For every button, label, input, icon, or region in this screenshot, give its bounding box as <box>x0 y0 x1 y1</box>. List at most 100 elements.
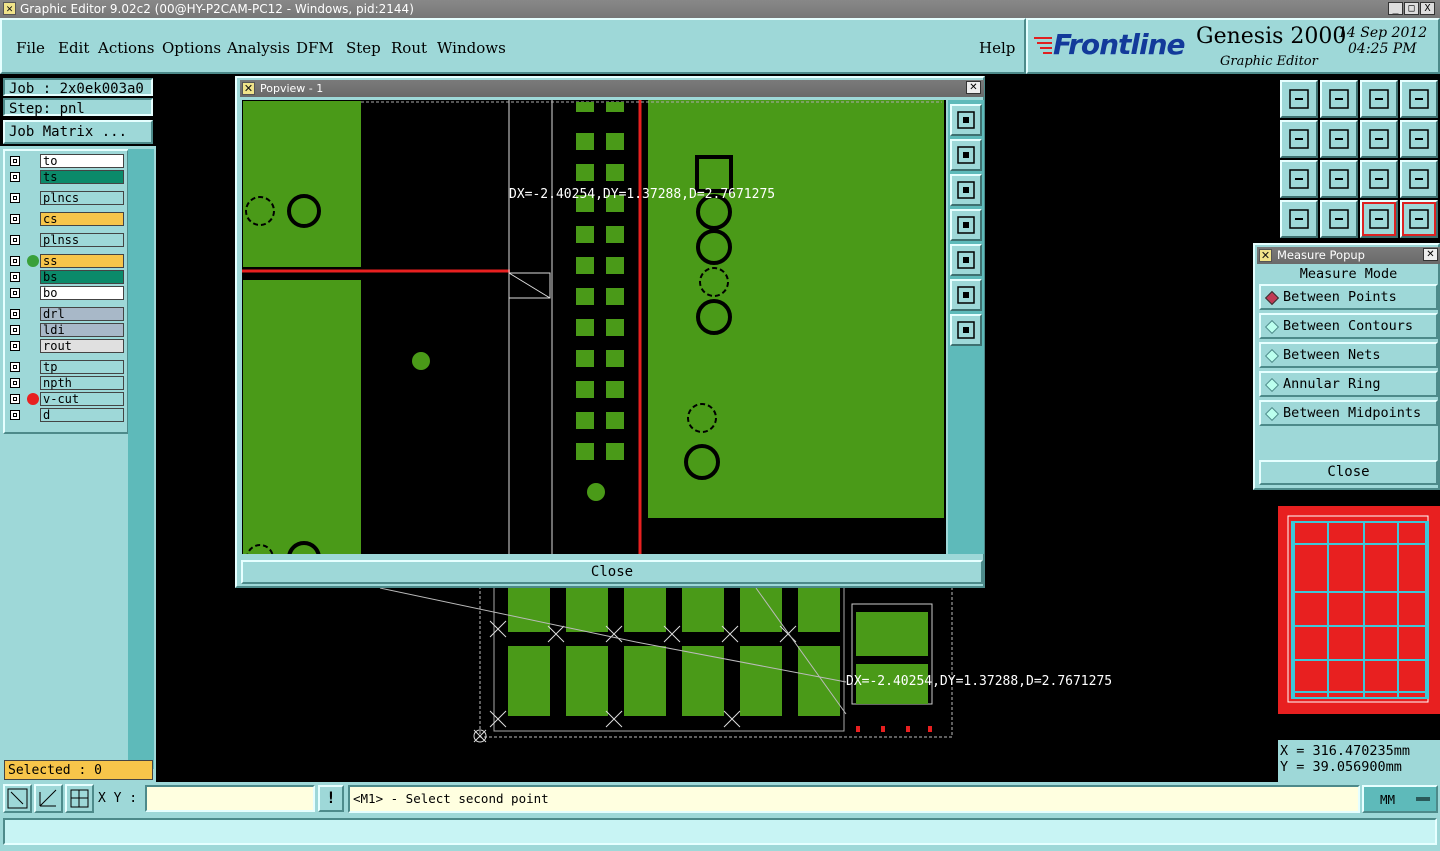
layer-name[interactable]: cs <box>40 212 124 226</box>
layer-display-icon[interactable] <box>1360 200 1398 238</box>
rotate-icon[interactable] <box>1360 120 1398 158</box>
pv-zoom-in-icon[interactable] <box>950 104 982 136</box>
measure-option[interactable]: Between Points <box>1259 284 1438 310</box>
menu-dfm[interactable]: DFM <box>296 39 334 57</box>
layer-row-bo[interactable]: bo <box>8 286 124 300</box>
layer-name[interactable]: drl <box>40 307 124 321</box>
measure-close-icon[interactable]: ✕ <box>1423 248 1438 261</box>
menu-windows[interactable]: Windows <box>437 39 506 57</box>
layer-checkbox[interactable] <box>10 172 20 182</box>
layer-row-to[interactable]: to <box>8 154 124 168</box>
zoom-area-icon[interactable] <box>3 784 32 813</box>
menu-analysis[interactable]: Analysis <box>227 39 290 57</box>
pan-right-icon[interactable] <box>1320 120 1358 158</box>
split-view-icon[interactable] <box>1400 80 1438 118</box>
layer-checkbox[interactable] <box>10 410 20 420</box>
menu-options[interactable]: Options <box>162 39 221 57</box>
layer-name[interactable]: npth <box>40 376 124 390</box>
layer-name[interactable]: ts <box>40 170 124 184</box>
layer-checkbox[interactable] <box>10 362 20 372</box>
overview-map[interactable] <box>1278 506 1440 714</box>
layer-row-tp[interactable]: tp <box>8 360 124 374</box>
job-matrix-button[interactable]: Job Matrix ... <box>3 120 153 144</box>
layer-scrollbar[interactable] <box>128 149 154 769</box>
layer-name[interactable]: ss <box>40 254 124 268</box>
pv-right-icon[interactable] <box>950 244 982 276</box>
layer-name[interactable]: plnss <box>40 233 124 247</box>
pv-center-icon[interactable] <box>950 314 982 346</box>
layer-checkbox[interactable] <box>10 193 20 203</box>
layer-name[interactable]: tp <box>40 360 124 374</box>
pv-fit-icon[interactable] <box>950 279 982 311</box>
snap-grid-icon[interactable] <box>65 784 94 813</box>
layer-checkbox[interactable] <box>10 309 20 319</box>
layer-compare-icon[interactable] <box>1400 200 1438 238</box>
layer-row-drl[interactable]: drl <box>8 307 124 321</box>
layer-row-cs[interactable]: cs <box>8 212 124 226</box>
measure-option[interactable]: Between Midpoints <box>1259 400 1438 426</box>
layer-row-plnss[interactable]: plnss <box>8 233 124 247</box>
menu-file[interactable]: File <box>16 39 45 57</box>
layer-row-ts[interactable]: ts <box>8 170 124 184</box>
layer-checkbox[interactable] <box>10 325 20 335</box>
mirror-icon[interactable] <box>1400 120 1438 158</box>
layer-name[interactable]: plncs <box>40 191 124 205</box>
measure-option[interactable]: Annular Ring <box>1259 371 1438 397</box>
popview-close-button[interactable]: Close <box>241 560 983 584</box>
help-icon[interactable] <box>1400 160 1438 198</box>
units-select[interactable]: MM <box>1362 785 1438 813</box>
layer-name[interactable]: ldi <box>40 323 124 337</box>
measure-close-button[interactable]: Close <box>1259 460 1438 485</box>
layer-checkbox[interactable] <box>10 214 20 224</box>
layer-row-d[interactable]: d <box>8 408 124 422</box>
layer-checkbox[interactable] <box>10 235 20 245</box>
tools-icon[interactable] <box>1280 200 1318 238</box>
home-icon[interactable] <box>1360 80 1398 118</box>
layer-name[interactable]: to <box>40 154 124 168</box>
pan-down-icon[interactable] <box>1320 80 1358 118</box>
layer-name[interactable]: rout <box>40 339 124 353</box>
fit-screen-icon[interactable] <box>1280 160 1318 198</box>
layer-row-rout[interactable]: rout <box>8 339 124 353</box>
layer-row-ldi[interactable]: ldi <box>8 323 124 337</box>
layer-checkbox[interactable] <box>10 394 20 404</box>
menu-edit[interactable]: Edit <box>58 39 89 57</box>
layer-row-ss[interactable]: ss <box>8 254 124 268</box>
layer-name[interactable]: bs <box>40 270 124 284</box>
maximize-button[interactable]: □ <box>1404 2 1419 15</box>
layer-row-v-cut[interactable]: v-cut <box>8 392 124 406</box>
grid-icon[interactable] <box>1320 200 1358 238</box>
popview-canvas[interactable]: DX=-2.40254,DY=1.37288,D=2.7671275 <box>242 100 946 554</box>
layer-checkbox[interactable] <box>10 156 20 166</box>
layer-checkbox[interactable] <box>10 341 20 351</box>
pan-left-icon[interactable] <box>1280 120 1318 158</box>
measure-option[interactable]: Between Contours <box>1259 313 1438 339</box>
layer-name[interactable]: d <box>40 408 124 422</box>
minimize-button[interactable]: _ <box>1388 2 1403 15</box>
layer-row-npth[interactable]: npth <box>8 376 124 390</box>
menu-actions[interactable]: Actions <box>98 39 154 57</box>
pv-down-icon[interactable] <box>950 174 982 206</box>
measure-tool-icon[interactable] <box>34 784 63 813</box>
layer-checkbox[interactable] <box>10 288 20 298</box>
layer-row-plncs[interactable]: plncs <box>8 191 124 205</box>
zoom-center-icon[interactable] <box>1320 160 1358 198</box>
layer-checkbox[interactable] <box>10 378 20 388</box>
layer-name[interactable]: v-cut <box>40 392 124 406</box>
menu-rout[interactable]: Rout <box>391 39 427 57</box>
close-window-button[interactable]: X <box>1420 2 1435 15</box>
measure-option[interactable]: Between Nets <box>1259 342 1438 368</box>
pan-up-icon[interactable] <box>1280 80 1318 118</box>
layer-checkbox[interactable] <box>10 272 20 282</box>
layer-checkbox[interactable] <box>10 256 20 266</box>
pv-up-icon[interactable] <box>950 139 982 171</box>
layer-name[interactable]: bo <box>40 286 124 300</box>
layer-row-bs[interactable]: bs <box>8 270 124 284</box>
xy-input[interactable] <box>145 785 315 812</box>
ratio-icon[interactable] <box>1360 160 1398 198</box>
menu-help[interactable]: Help <box>979 39 1015 57</box>
alert-button[interactable]: ! <box>318 785 344 812</box>
pv-left-icon[interactable] <box>950 209 982 241</box>
menu-step[interactable]: Step <box>346 39 381 57</box>
popview-close-icon[interactable]: ✕ <box>966 81 981 94</box>
